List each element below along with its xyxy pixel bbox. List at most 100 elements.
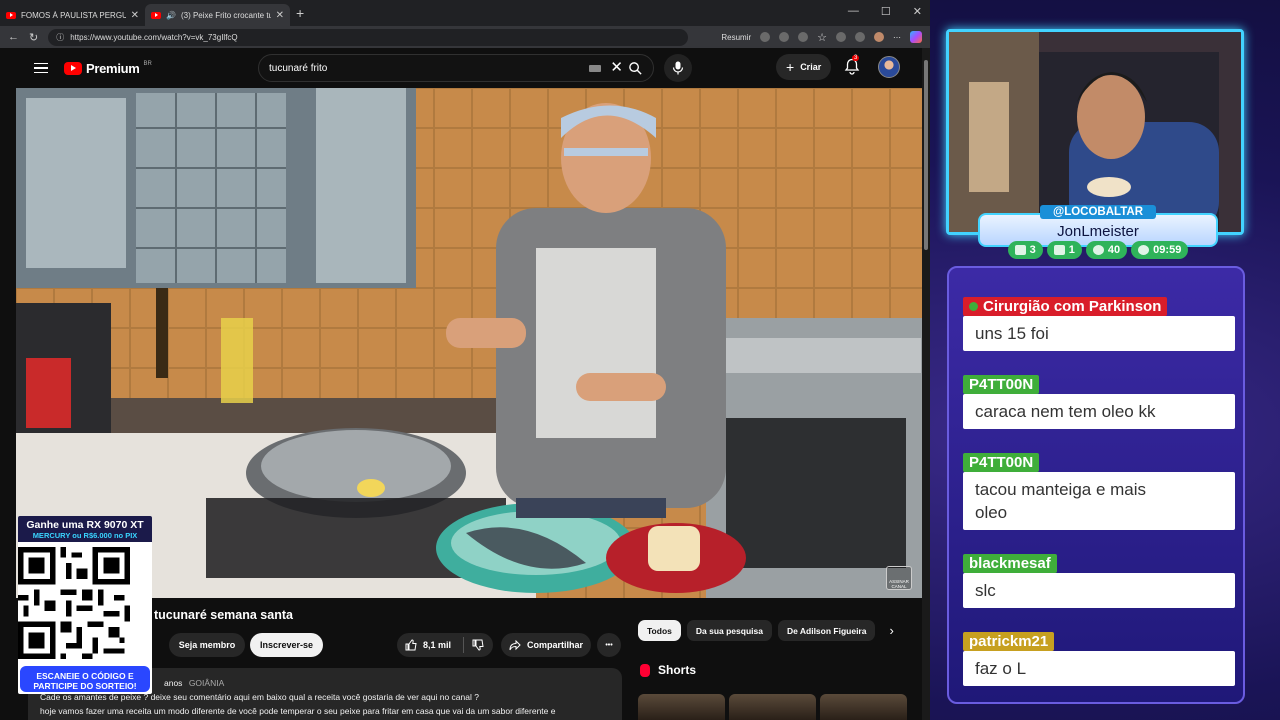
- tab-bar: FOMOS À PAULISTA PERGUNTAR ✕ 🔊 (3) Peixe…: [0, 0, 930, 26]
- like-dislike-group: 8,1 mil: [397, 633, 493, 657]
- more-actions-button[interactable]: •••: [597, 633, 621, 657]
- chat-username: P4TT00N: [963, 375, 1040, 394]
- thumbs-down-icon[interactable]: [472, 639, 484, 651]
- search-input[interactable]: tucunaré frito: [269, 63, 327, 74]
- chevron-right-icon[interactable]: ›: [889, 623, 893, 638]
- upload-age: anos: [164, 678, 183, 688]
- tab-close-icon[interactable]: ✕: [276, 10, 284, 21]
- extension-icon[interactable]: [779, 32, 790, 42]
- copilot-icon[interactable]: [910, 31, 922, 43]
- maximize-button[interactable]: ☐: [881, 5, 891, 18]
- url-text: https://www.youtube.com/watch?v=vk_73gIl…: [70, 32, 238, 42]
- microphone-icon: [672, 61, 684, 75]
- chat-username: P4TT00N: [963, 453, 1040, 472]
- join-button[interactable]: Seja membro: [169, 633, 245, 657]
- notifications-button[interactable]: 3: [844, 55, 862, 76]
- tab-fomos[interactable]: FOMOS À PAULISTA PERGUNTAR ✕: [0, 4, 145, 26]
- chat-text: caraca nem tem oleo kk: [963, 394, 1235, 429]
- chat-message: patrickm21 faz o L: [963, 632, 1235, 686]
- share-button[interactable]: Compartilhar: [501, 633, 591, 657]
- youtube-logo[interactable]: Premium BR: [64, 61, 152, 76]
- minimize-button[interactable]: —: [848, 5, 859, 18]
- chip-from-search[interactable]: Da sua pesquisa: [686, 620, 772, 641]
- chat-username: Cirurgião com Parkinson: [963, 297, 1168, 316]
- like-count: 8,1 mil: [423, 640, 452, 650]
- short-thumbnail[interactable]: [638, 694, 725, 720]
- youtube-play-icon: [64, 61, 82, 75]
- summarize-button[interactable]: Resumir: [721, 33, 751, 42]
- extension-icon[interactable]: [855, 32, 865, 42]
- related-filter-chips: Todos Da sua pesquisa De Adilson Figueir…: [638, 620, 894, 641]
- like-button[interactable]: 8,1 mil: [405, 639, 451, 651]
- extension-icon[interactable]: [798, 32, 809, 42]
- menu-more-icon[interactable]: ⋯: [893, 33, 901, 42]
- qr-code: [18, 547, 130, 659]
- chip-all[interactable]: Todos: [638, 620, 681, 641]
- hamburger-menu-icon[interactable]: [34, 62, 48, 74]
- address-bar-row: ← ↻ ⓘ https://www.youtube.com/watch?v=vk…: [0, 26, 930, 48]
- uptime-badge: 09:59: [1131, 241, 1189, 259]
- speaker-icon[interactable]: 🔊: [166, 11, 176, 20]
- video-count: 1: [1068, 244, 1075, 256]
- short-thumbnail[interactable]: [820, 694, 907, 720]
- chat-message: P4TT00N caraca nem tem oleo kk: [963, 375, 1235, 429]
- create-button[interactable]: + Criar: [776, 54, 832, 80]
- viewer-count: 40: [1107, 244, 1121, 256]
- clock-icon: [1138, 245, 1150, 255]
- toolbar-right: Resumir ☆ ⋯: [721, 31, 922, 44]
- chat-message: Cirurgião com Parkinson uns 15 foi: [963, 297, 1235, 351]
- share-icon: [509, 639, 521, 650]
- reload-icon[interactable]: ↻: [29, 31, 38, 44]
- back-icon[interactable]: ←: [8, 31, 19, 43]
- shorts-label: Shorts: [658, 663, 697, 677]
- youtube-favicon-icon: [151, 11, 161, 19]
- youtube-header: Premium BR tucunaré frito ✕ + Criar 3: [16, 48, 922, 88]
- tab-label: FOMOS À PAULISTA PERGUNTAR: [21, 10, 126, 20]
- extension-icon[interactable]: [836, 32, 846, 42]
- avatar[interactable]: [878, 56, 900, 78]
- chat-message: blackmesaf slc: [963, 554, 1235, 608]
- plus-icon: +: [786, 59, 795, 75]
- streamer-handle: @LOCOBALTAR: [1040, 205, 1156, 219]
- tab-peixe-frito[interactable]: 🔊 (3) Peixe Frito crocante tucu ✕: [145, 4, 290, 26]
- chat-username: blackmesaf: [963, 554, 1057, 573]
- promo-cta-line: ESCANEIE O CÓDIGO E: [36, 671, 134, 681]
- shorts-thumbnails: [638, 694, 907, 720]
- location-tag[interactable]: GOIÂNIA: [189, 678, 224, 688]
- scrollbar-thumb[interactable]: [924, 60, 928, 250]
- voice-search-button[interactable]: [664, 54, 692, 82]
- thumbs-up-icon: [405, 639, 417, 651]
- promo-cta-line: PARTICIPE DO SORTEIO!: [33, 681, 137, 691]
- window-controls: — ☐ ✕: [848, 5, 922, 18]
- address-bar[interactable]: ⓘ https://www.youtube.com/watch?v=vk_73g…: [48, 28, 689, 46]
- new-tab-button[interactable]: +: [296, 5, 304, 21]
- badge-icon: [969, 302, 978, 311]
- promo-header: Ganhe uma RX 9070 XT MERCURY ou R$6.000 …: [18, 516, 152, 542]
- keyboard-icon[interactable]: [589, 65, 601, 72]
- short-thumbnail[interactable]: [729, 694, 816, 720]
- search-icon: [628, 61, 642, 75]
- streamer-name: JonLmeister: [1057, 223, 1139, 240]
- chat-count-badge: 3: [1007, 241, 1043, 259]
- favorite-star-icon[interactable]: ☆: [817, 31, 827, 44]
- page-scrollbar[interactable]: [922, 48, 930, 720]
- chat-message: P4TT00N tacou manteiga e mais oleo: [963, 453, 1235, 530]
- subscribe-button[interactable]: Inscrever-se: [250, 633, 323, 657]
- video-count-badge: 1: [1046, 241, 1082, 259]
- overlay-subscribe-badge[interactable]: ASSINAR CANAL: [886, 566, 912, 590]
- promo-subtitle: MERCURY ou R$6.000 no PIX: [32, 531, 138, 540]
- close-window-button[interactable]: ✕: [913, 5, 922, 18]
- chat-username-text: Cirurgião com Parkinson: [983, 298, 1162, 315]
- tab-label: (3) Peixe Frito crocante tucu: [180, 10, 271, 20]
- youtube-favicon-icon: [6, 11, 16, 19]
- chip-from-channel[interactable]: De Adilson Figueira: [777, 620, 876, 641]
- extension-icon[interactable]: [760, 32, 771, 42]
- search-box[interactable]: tucunaré frito ✕: [258, 54, 654, 82]
- search-button[interactable]: [615, 54, 655, 82]
- site-info-icon[interactable]: ⓘ: [56, 32, 64, 43]
- chat-text: tacou manteiga e mais oleo: [963, 472, 1235, 530]
- logo-text: Premium: [86, 60, 140, 76]
- chat-count: 3: [1029, 244, 1036, 256]
- profile-avatar[interactable]: [874, 32, 884, 42]
- tab-close-icon[interactable]: ✕: [131, 10, 139, 21]
